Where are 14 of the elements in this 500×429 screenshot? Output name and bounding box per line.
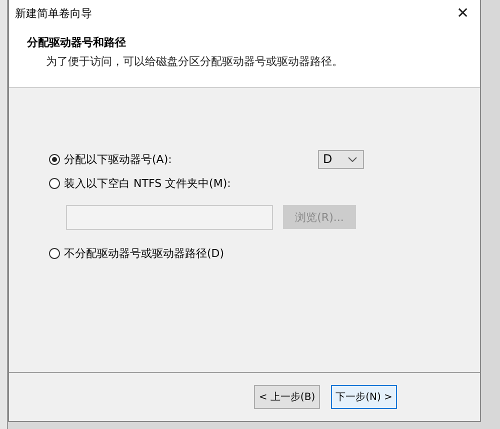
window-title: 新建简单卷向导 xyxy=(15,6,92,20)
option-label[interactable]: 分配以下驱动器号(A): xyxy=(64,152,318,166)
caret-icon xyxy=(348,156,357,162)
next-button[interactable]: 下一步(N) > xyxy=(331,385,397,409)
option-label[interactable]: 不分配驱动器号或驱动器路径(D) xyxy=(64,246,364,260)
drive-letter-dropdown[interactable]: D xyxy=(318,150,364,168)
option-label[interactable]: 装入以下空白 NTFS 文件夹中(M): xyxy=(64,176,364,190)
radio-button[interactable] xyxy=(49,154,60,164)
page-title: 分配驱动器号和路径 xyxy=(27,35,127,50)
back-button[interactable]: < 上一步(B) xyxy=(254,385,320,409)
radio-button[interactable] xyxy=(49,178,60,188)
folder-path-field[interactable] xyxy=(66,205,273,230)
page-description: 为了便于访问，可以给磁盘分区分配驱动器号或驱动器路径。 xyxy=(45,54,344,69)
radio-button[interactable] xyxy=(49,248,60,258)
